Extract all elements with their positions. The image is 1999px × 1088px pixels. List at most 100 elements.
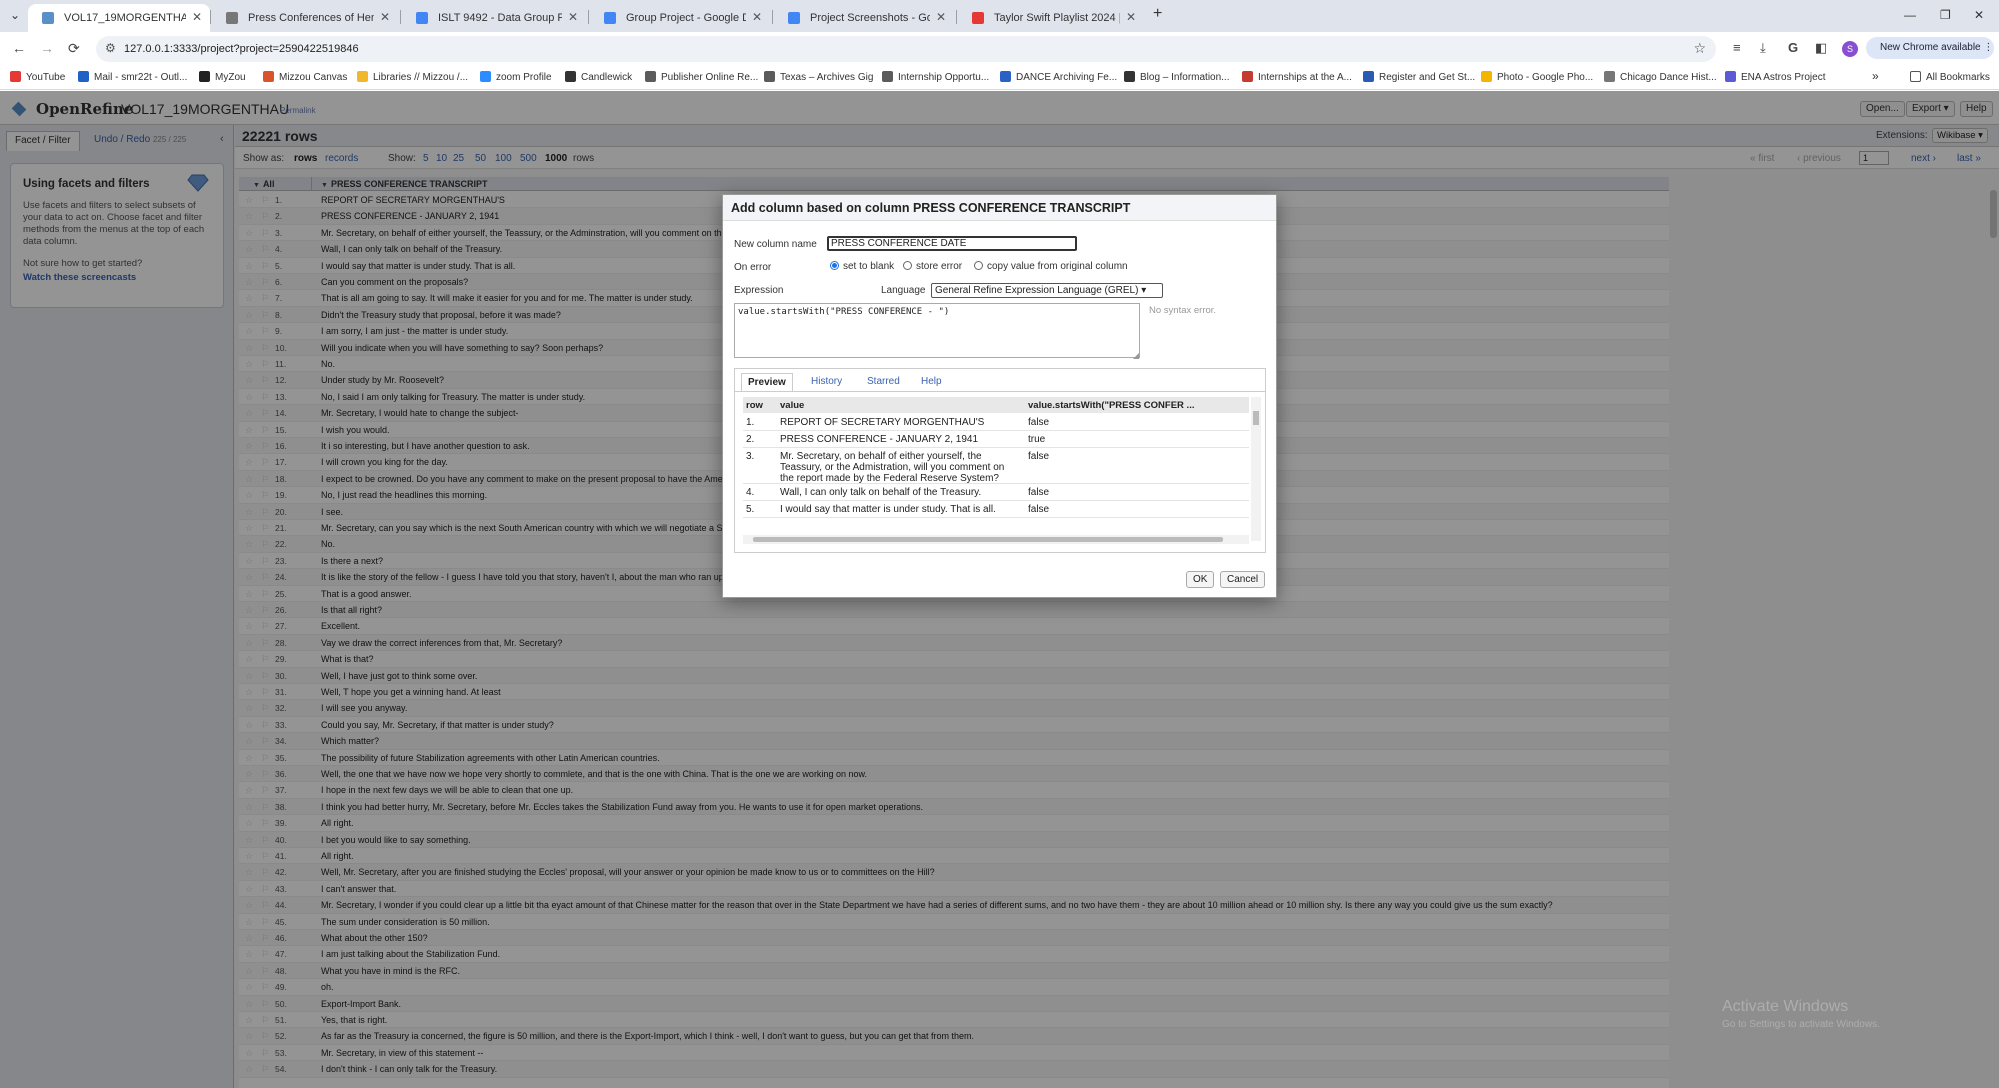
browser-tab[interactable]: Project Screenshots - Google D ✕	[774, 4, 954, 32]
browser-tab[interactable]: Press Conferences of Henry Mo ✕	[212, 4, 398, 32]
omnibox[interactable]: ⚙ 127.0.0.1:3333/project?project=2590422…	[96, 36, 1716, 62]
tab-close-icon[interactable]: ✕	[192, 10, 202, 24]
bookmark-label: Texas – Archives Gig	[780, 72, 874, 83]
language-select[interactable]: General Refine Expression Language (GREL…	[931, 283, 1163, 298]
bookmark-item[interactable]: Candlewick	[565, 71, 632, 83]
browser-tab[interactable]: Group Project - Google Docs ✕	[590, 4, 770, 32]
on-error-label: On error	[734, 262, 772, 273]
on-error-copy-original[interactable]: copy value from original column	[974, 261, 1128, 272]
language-label: Language	[881, 285, 926, 296]
folder-icon	[1910, 71, 1921, 82]
bookmark-favicon-icon	[263, 71, 274, 82]
restore-icon[interactable]: ❐	[1940, 8, 1951, 22]
download-icon[interactable]: ⤓	[1760, 40, 1766, 56]
tab-preview[interactable]: Preview	[741, 373, 793, 392]
minimize-icon[interactable]: —	[1904, 8, 1916, 22]
forward-icon[interactable]: →	[40, 40, 54, 56]
preview-row-value: PRESS CONFERENCE - JANUARY 2, 1941	[780, 434, 979, 445]
expression-editor[interactable]: value.startsWith("PRESS CONFERENCE - ")	[734, 303, 1140, 358]
bookmark-item[interactable]: MyZou	[199, 71, 246, 83]
browser-tab[interactable]: VOL17_19MORGENTHAU - Ope ✕	[28, 4, 210, 32]
all-bookmarks[interactable]: All Bookmarks	[1910, 71, 1990, 83]
new-tab-button[interactable]: +	[1153, 5, 1162, 23]
tab-help[interactable]: Help	[915, 373, 948, 390]
bookmark-item[interactable]: Publisher Online Re...	[645, 71, 758, 83]
tab-close-icon[interactable]: ✕	[1126, 10, 1136, 24]
google-icon[interactable]: G	[1788, 40, 1798, 55]
bookmark-favicon-icon	[565, 71, 576, 82]
reload-icon[interactable]: ⟳	[68, 40, 80, 57]
profile-avatar[interactable]: S	[1842, 41, 1858, 57]
bookmark-item[interactable]: Register and Get St...	[1363, 71, 1475, 83]
site-info-icon[interactable]: ⚙	[105, 41, 116, 55]
bookmark-label: Internship Opportu...	[898, 72, 990, 83]
bookmark-favicon-icon	[199, 71, 210, 82]
ok-button[interactable]: OK	[1186, 571, 1215, 588]
bookmark-star-icon[interactable]: ☆	[1693, 40, 1706, 57]
tab-history[interactable]: History	[805, 373, 848, 390]
bookmark-item[interactable]: Internships at the A...	[1242, 71, 1352, 83]
bookmark-item[interactable]: ENA Astros Project	[1725, 71, 1825, 83]
bookmark-label: zoom Profile	[496, 72, 552, 83]
bookmark-item[interactable]: Internship Opportu...	[882, 71, 989, 83]
preview-tabs: Preview History Starred Help row value v…	[734, 368, 1266, 553]
preview-row-result: true	[1028, 434, 1046, 445]
bookmark-item[interactable]: YouTube	[10, 71, 65, 83]
preview-vertical-scrollbar[interactable]	[1251, 397, 1261, 541]
on-error-store-error[interactable]: store error	[903, 261, 962, 272]
cancel-button[interactable]: Cancel	[1220, 571, 1266, 588]
bookmark-label: MyZou	[215, 72, 246, 83]
tab-close-icon[interactable]: ✕	[380, 10, 390, 24]
close-window-icon[interactable]: ✕	[1974, 8, 1984, 22]
tab-close-icon[interactable]: ✕	[568, 10, 578, 24]
bookmark-item[interactable]: DANCE Archiving Fe...	[1000, 71, 1117, 83]
preview-row-result: false	[1028, 487, 1050, 498]
bookmark-item[interactable]: Libraries // Mizzou /...	[357, 71, 468, 83]
tab-divider	[735, 391, 1265, 392]
preview-row-value: Mr. Secretary, on behalf of either yours…	[780, 451, 1005, 484]
tab-title: ISLT 9492 - Data Group Paper d	[438, 12, 562, 24]
browser-tab[interactable]: ISLT 9492 - Data Group Paper d ✕	[402, 4, 586, 32]
media-icon[interactable]: ≡	[1733, 40, 1741, 55]
bookmark-item[interactable]: Photo - Google Pho...	[1481, 71, 1593, 83]
bookmark-item[interactable]: Blog – Information...	[1124, 71, 1230, 83]
preview-row: 3. Mr. Secretary, on behalf of either you…	[743, 448, 1249, 484]
tab-close-icon[interactable]: ✕	[936, 10, 946, 24]
scroll-thumb[interactable]	[753, 537, 1223, 542]
bookmark-item[interactable]: Mail - smr22t - Outl...	[78, 71, 187, 83]
tab-title: Press Conferences of Henry Mo	[248, 12, 374, 24]
watermark-title: Activate Windows	[1722, 998, 1849, 1015]
more-bookmarks-icon[interactable]: »	[1872, 69, 1879, 83]
bookmark-item[interactable]: Texas – Archives Gig	[764, 71, 873, 83]
bookmark-favicon-icon	[1363, 71, 1374, 82]
radio-icon	[903, 261, 912, 270]
bookmark-item[interactable]: Mizzou Canvas	[263, 71, 347, 83]
back-icon[interactable]: ←	[12, 40, 26, 56]
scroll-thumb[interactable]	[1253, 411, 1259, 425]
bookmarks-bar: YouTube Mail - smr22t - Outl... MyZou Mizzo…	[0, 65, 1999, 90]
preview-horizontal-scrollbar[interactable]	[743, 535, 1249, 544]
bookmark-label: Mail - smr22t - Outl...	[94, 72, 188, 83]
tab-search-icon[interactable]: ⌄	[10, 8, 20, 22]
tab-close-icon[interactable]: ✕	[752, 10, 762, 24]
on-error-set-blank[interactable]: set to blank	[830, 261, 894, 272]
tab-separator	[210, 10, 211, 24]
bookmark-label: Chicago Dance Hist...	[1620, 72, 1717, 83]
preview-table: row value value.startsWith("PRESS CONFER…	[743, 397, 1249, 541]
resize-handle-icon[interactable]: ◢	[1133, 351, 1139, 360]
tab-starred[interactable]: Starred	[861, 373, 906, 390]
preview-row: 1. REPORT OF SECRETARY MORGENTHAU'S false	[743, 414, 1249, 431]
preview-row-number: 1.	[746, 417, 755, 428]
bookmark-favicon-icon	[1242, 71, 1253, 82]
browser-tab[interactable]: Taylor Swift Playlist 2024 | T ✕	[958, 4, 1144, 32]
bookmark-item[interactable]: Chicago Dance Hist...	[1604, 71, 1717, 83]
new-column-name-input[interactable]: PRESS CONFERENCE DATE	[827, 236, 1077, 251]
bookmark-favicon-icon	[357, 71, 368, 82]
preview-row-value: Wall, I can only talk on behalf of the T…	[780, 487, 982, 498]
side-panel-icon[interactable]: ◧	[1815, 40, 1827, 56]
bookmark-item[interactable]: zoom Profile	[480, 71, 552, 83]
expression-label: Expression	[734, 285, 784, 296]
preview-row-result: false	[1028, 417, 1050, 428]
new-chrome-button[interactable]: New Chrome available ⋮	[1866, 37, 1994, 59]
bookmark-label: Publisher Online Re...	[661, 72, 759, 83]
